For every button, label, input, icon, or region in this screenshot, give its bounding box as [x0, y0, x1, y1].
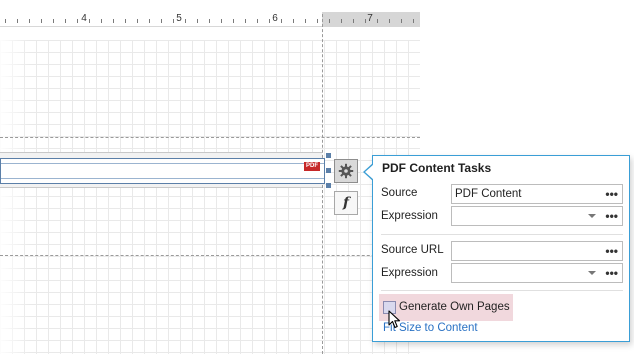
smart-tag-button[interactable]	[334, 159, 358, 183]
control-inner-border	[1, 163, 324, 179]
ruler-tick	[197, 19, 198, 23]
ruler-label-7: 7	[367, 13, 373, 24]
ruler-tick	[113, 19, 114, 23]
pdf-icon: PDF	[304, 162, 320, 171]
ruler-label-5: 5	[176, 13, 182, 24]
ruler-tick	[413, 19, 414, 23]
ruler-tick	[401, 19, 402, 23]
band-boundary-bottom	[0, 255, 420, 256]
ruler-label-4: 4	[81, 13, 87, 24]
ruler-tick	[185, 19, 186, 23]
expression-label: Expression	[381, 267, 438, 279]
source-expression-field[interactable]: •••	[451, 206, 623, 226]
source-url-label: Source URL	[381, 244, 444, 256]
ruler-tick	[101, 19, 102, 23]
source-label: Source	[381, 187, 418, 199]
panel-pointer-fill	[365, 164, 374, 180]
ruler-tick	[5, 19, 6, 23]
ruler-tick	[281, 19, 282, 23]
section-divider	[381, 234, 623, 235]
section-divider	[381, 290, 623, 291]
generate-own-pages-label[interactable]: Generate Own Pages	[399, 301, 510, 313]
ruler-tick	[389, 19, 390, 23]
dropdown-arrow-icon[interactable]	[588, 271, 596, 275]
ruler-tick	[137, 19, 138, 23]
ruler-tick	[245, 19, 246, 23]
resize-handle-top-right[interactable]	[326, 153, 331, 158]
source-url-field[interactable]: •••	[451, 241, 623, 261]
ruler-tick	[257, 19, 258, 23]
ruler-tick	[269, 19, 270, 23]
ruler-tick	[353, 19, 354, 23]
ruler-tick	[29, 19, 30, 23]
source-value: PDF Content	[455, 188, 522, 200]
ellipsis-icon[interactable]: •••	[605, 187, 618, 201]
function-icon: f	[342, 195, 350, 211]
ruler-tick	[77, 19, 78, 23]
ruler-tick	[293, 19, 294, 23]
resize-handle-right[interactable]	[326, 168, 331, 173]
gear-icon	[338, 163, 354, 179]
resize-handle-bottom-right[interactable]	[326, 183, 331, 188]
ruler-tick	[65, 19, 66, 23]
ruler-tick	[17, 19, 18, 23]
ruler-tick	[41, 19, 42, 23]
ruler-tick	[173, 19, 174, 23]
panel-title: PDF Content Tasks	[382, 161, 492, 175]
expression-button[interactable]: f	[334, 191, 358, 215]
ruler-tick	[221, 19, 222, 23]
ruler-tick	[209, 19, 210, 23]
horizontal-ruler: 4 5 6 7	[0, 12, 420, 27]
mouse-cursor-icon	[388, 310, 401, 329]
dropdown-arrow-icon[interactable]	[588, 214, 596, 218]
ellipsis-icon[interactable]: •••	[605, 209, 618, 223]
ruler-tick	[365, 19, 366, 23]
ruler-tick	[89, 19, 90, 23]
ruler-tick	[149, 19, 150, 23]
ruler-tick	[125, 19, 126, 23]
pdf-content-control[interactable]: PDF	[0, 158, 325, 184]
ruler-tick	[161, 19, 162, 23]
source-field[interactable]: PDF Content •••	[451, 184, 623, 204]
ruler-tick	[233, 19, 234, 23]
ruler-tick	[329, 19, 330, 23]
ruler-tick	[305, 19, 306, 23]
ruler-tick	[377, 19, 378, 23]
ruler-tick	[53, 19, 54, 23]
ruler-tick	[317, 19, 318, 23]
expression-label: Expression	[381, 210, 438, 222]
ellipsis-icon[interactable]: •••	[605, 244, 618, 258]
ruler-label-6: 6	[272, 13, 278, 24]
page-margin-line	[322, 14, 323, 354]
canvas-edge-fade	[0, 40, 30, 354]
ellipsis-icon[interactable]: •••	[605, 266, 618, 280]
pdf-content-tasks-panel: PDF Content Tasks Source PDF Content •••…	[372, 155, 630, 342]
source-url-expression-field[interactable]: •••	[451, 263, 623, 283]
band-boundary-top	[0, 137, 420, 138]
ruler-tick	[341, 19, 342, 23]
